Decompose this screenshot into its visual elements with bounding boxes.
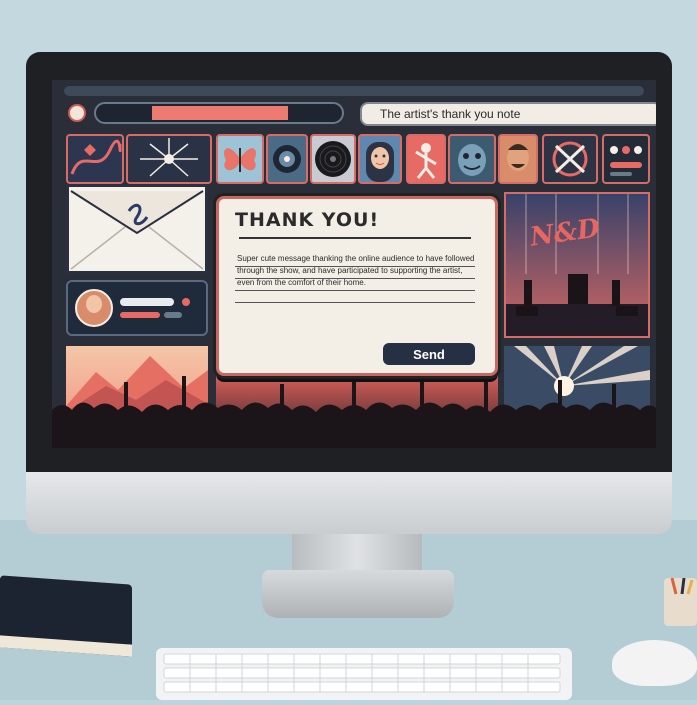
heading-underline xyxy=(239,237,471,239)
mask-icon xyxy=(458,144,486,176)
pattern-icon xyxy=(552,141,588,177)
mouse xyxy=(612,640,697,686)
dialog-heading: THANK YOU! xyxy=(235,209,380,231)
player-graphic xyxy=(75,289,190,327)
crowd-graphic xyxy=(52,370,656,448)
monitor-stand-base xyxy=(262,570,454,618)
keyboard xyxy=(156,648,572,700)
concert-stage-panel[interactable]: N&D xyxy=(504,192,650,338)
tile-vinyl[interactable] xyxy=(310,134,356,184)
envelope-icon xyxy=(70,190,204,270)
monitor-chin xyxy=(26,472,672,534)
browser-toolbar: The artist's thank you note xyxy=(64,100,656,128)
avatar-icon xyxy=(507,144,529,171)
music-player[interactable] xyxy=(66,280,208,336)
message-textarea[interactable]: Super cute message thanking the online a… xyxy=(237,253,475,289)
screen: The artist's thank you note N&D THANK YO… xyxy=(52,80,656,448)
nav-button[interactable] xyxy=(68,104,86,122)
address-bar[interactable] xyxy=(94,102,344,124)
send-button[interactable]: Send xyxy=(383,343,475,365)
butterfly-icon xyxy=(223,148,257,172)
burst-icon xyxy=(140,138,198,177)
doodle-icon xyxy=(70,139,122,175)
thumbnail-strip xyxy=(66,134,650,186)
tile-doodle[interactable] xyxy=(66,134,124,184)
tile-avatar-man[interactable] xyxy=(498,134,538,184)
tile-burst[interactable] xyxy=(126,134,212,184)
message-rule xyxy=(235,290,475,291)
keyboard-keys xyxy=(163,653,561,693)
crowd-silhouette xyxy=(52,370,656,448)
tile-avatar-woman[interactable] xyxy=(358,134,402,184)
page-title-bar: The artist's thank you note xyxy=(360,102,656,126)
dancer-icon xyxy=(415,143,437,179)
tile-dancer[interactable] xyxy=(406,134,446,184)
browser-top-strip xyxy=(64,86,644,96)
message-rule xyxy=(235,302,475,303)
monitor-stand xyxy=(292,534,422,574)
address-bar-highlight xyxy=(152,106,288,120)
thank-you-dialog: THANK YOU! Super cute message thanking t… xyxy=(216,196,498,376)
envelope-panel[interactable] xyxy=(66,184,208,274)
controls-icon xyxy=(610,146,642,176)
tile-mask[interactable] xyxy=(448,134,496,184)
vinyl-icon xyxy=(315,141,351,177)
pen-cup xyxy=(664,577,697,626)
tile-cross-pattern[interactable] xyxy=(542,134,598,184)
pencils-icon xyxy=(670,577,694,595)
tile-camera[interactable] xyxy=(266,134,308,184)
camera-icon xyxy=(273,145,301,173)
tile-controls[interactable] xyxy=(602,134,650,184)
avatar-icon xyxy=(366,142,394,182)
tile-butterfly[interactable] xyxy=(216,134,264,184)
